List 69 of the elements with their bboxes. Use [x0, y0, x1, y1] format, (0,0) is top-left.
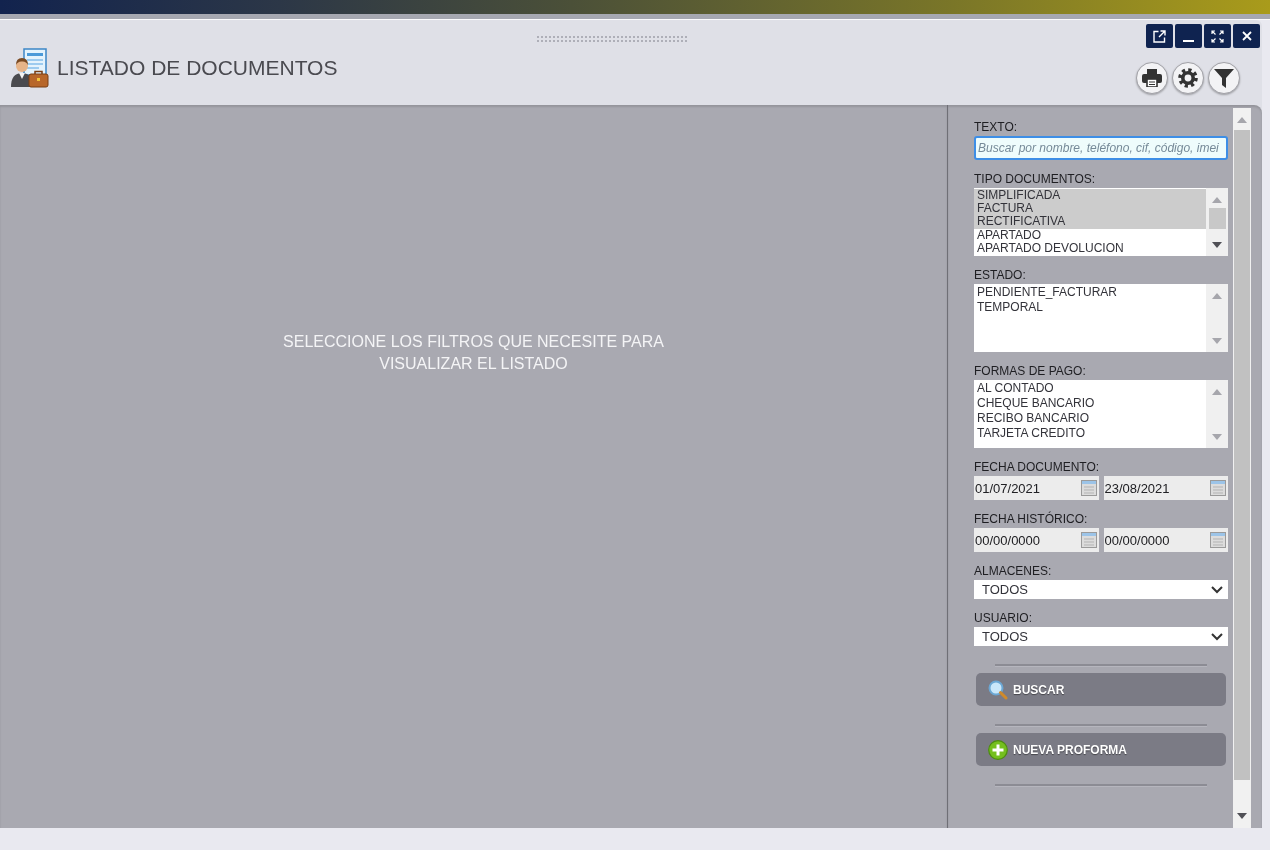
list-option[interactable]: SIMPLIFICADA — [974, 189, 1206, 203]
field-label: ALMACENES: — [974, 564, 1053, 578]
field-label: ESTADO: — [974, 268, 1027, 282]
date-field[interactable]: 01/07/2021 — [974, 476, 1099, 500]
list-option[interactable]: FACTURA — [974, 202, 1206, 216]
dropdown[interactable]: TODOS — [974, 627, 1228, 646]
calendar-icon[interactable] — [1210, 480, 1226, 496]
minimize-icon — [1183, 39, 1194, 42]
external-link-icon — [1153, 29, 1166, 43]
list-option[interactable]: RECIBO BANCARIO — [974, 411, 1206, 426]
print-button[interactable] — [1136, 62, 1168, 94]
field-label: TIPO DOCUMENTOS: — [974, 172, 1097, 186]
scrollbar[interactable] — [1206, 380, 1228, 448]
date-field[interactable]: 23/08/2021 — [1103, 476, 1228, 500]
filter-icon — [1214, 68, 1234, 88]
chevron-down-icon — [1211, 585, 1223, 594]
close-button[interactable] — [1233, 24, 1260, 48]
empty-message: SELECCIONE LOS FILTROS QUE NECESITE PARA VISUALIZAR EL LISTADO — [282, 332, 665, 374]
plus-icon — [988, 739, 1008, 760]
list-option[interactable]: TEMPORAL — [974, 300, 1206, 315]
field-label: FECHA DOCUMENTO: — [974, 460, 1101, 474]
field-label: TEXTO: — [974, 120, 1019, 134]
scroll-up-arrow-icon[interactable] — [1212, 389, 1222, 395]
window-title: LISTADO DE DOCUMENTOS — [57, 56, 338, 80]
listbox[interactable]: AL CONTADO CHEQUE BANCARIO RECIBO BANCARIO TARJETA CREDITO — [974, 380, 1228, 448]
person-briefcase-icon — [10, 48, 50, 88]
calendar-icon[interactable] — [1080, 480, 1097, 496]
scroll-down-arrow-icon[interactable] — [1237, 813, 1247, 819]
date-field[interactable]: 00/00/0000 — [974, 528, 1099, 552]
popout-button[interactable] — [1146, 24, 1173, 48]
add-button[interactable]: NUEVA PROFORMA — [976, 733, 1226, 766]
scrollbar[interactable] — [1206, 284, 1228, 352]
scroll-down-arrow-icon[interactable] — [1212, 242, 1222, 248]
settings-button[interactable] — [1172, 62, 1204, 94]
scrollbar-thumb[interactable] — [1208, 208, 1226, 229]
search-icon — [988, 679, 1008, 700]
chevron-down-icon — [1211, 632, 1223, 641]
scroll-up-arrow-icon[interactable] — [1237, 117, 1247, 123]
expand-icon — [1211, 29, 1224, 43]
filter-button[interactable] — [1208, 62, 1240, 94]
calendar-icon[interactable] — [1210, 532, 1226, 548]
list-option[interactable]: TARJETA CREDITO — [974, 426, 1206, 441]
scroll-up-arrow-icon[interactable] — [1212, 293, 1222, 299]
field-label: FORMAS DE PAGO: — [974, 364, 1087, 378]
listbox[interactable]: PENDIENTE_FACTURAR TEMPORAL — [974, 284, 1228, 352]
gear-icon — [1178, 68, 1198, 88]
scrollbar[interactable] — [1206, 188, 1228, 256]
list-option[interactable]: PENDIENTE_FACTURAR — [974, 285, 1206, 300]
search-button[interactable]: BUSCAR — [976, 673, 1226, 706]
printer-icon — [1142, 69, 1162, 87]
list-option[interactable]: AL CONTADO — [974, 381, 1206, 396]
list-option[interactable]: APARTADO — [974, 228, 1206, 242]
minimize-button[interactable] — [1175, 24, 1202, 48]
date-field[interactable]: 00/00/0000 — [1103, 528, 1228, 552]
dropdown[interactable]: TODOS — [974, 580, 1228, 599]
list-option[interactable]: CHEQUE BANCARIO — [974, 396, 1206, 411]
text-field[interactable]: Buscar por nombre, teléfono, cif, código, imei — [974, 136, 1228, 160]
scrollbar-thumb[interactable] — [1234, 130, 1250, 780]
calendar-icon[interactable] — [1080, 532, 1097, 548]
scroll-up-arrow-icon[interactable] — [1212, 197, 1222, 203]
close-icon — [1241, 31, 1252, 41]
listbox[interactable]: SIMPLIFICADA FACTURA RECTIFICATIVA APARTADO APARTADO DEVOLUCION — [974, 188, 1228, 256]
field-label: USUARIO: — [974, 611, 1033, 625]
maximize-button[interactable] — [1204, 24, 1231, 48]
list-option[interactable]: RECTIFICATIVA — [974, 215, 1206, 229]
list-option[interactable]: APARTADO DEVOLUCION — [974, 241, 1206, 255]
drag-handle-icon[interactable] — [536, 35, 688, 43]
field-label: FECHA HISTÓRICO: — [974, 512, 1089, 526]
scrollbar[interactable] — [1233, 108, 1251, 828]
